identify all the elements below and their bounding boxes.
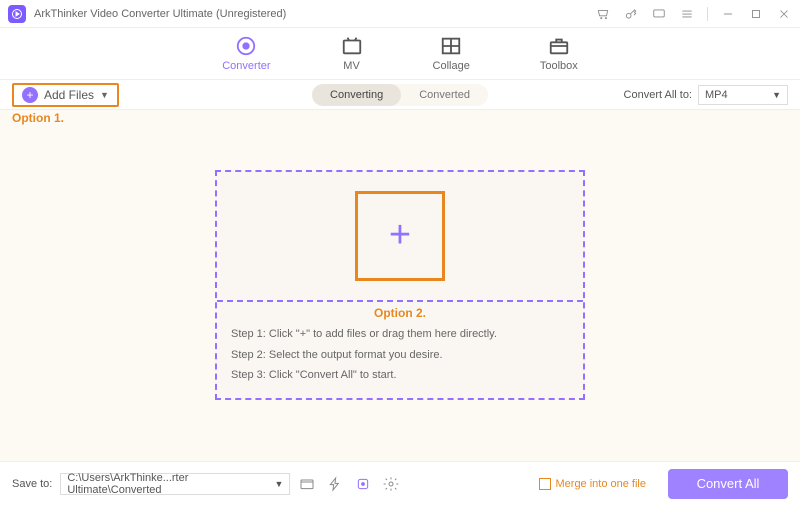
main-area: + Option 2. Step 1: Click "+" to add fil… [0, 110, 800, 460]
close-button[interactable] [776, 6, 792, 22]
add-files-button[interactable]: + Add Files ▼ [12, 83, 119, 107]
checkbox-icon [539, 478, 551, 490]
convert-all-to-label: Convert All to: [624, 89, 692, 101]
open-folder-button[interactable] [298, 475, 316, 493]
chevron-down-icon: ▼ [274, 479, 283, 489]
toolbar: + Add Files ▼ Option 1. Converting Conve… [0, 80, 800, 110]
merge-checkbox[interactable]: Merge into one file [539, 478, 647, 490]
output-format-select[interactable]: MP4 ▼ [698, 85, 788, 105]
key-icon[interactable] [623, 6, 639, 22]
converter-icon [235, 35, 257, 57]
chevron-down-icon: ▼ [100, 90, 109, 100]
minimize-button[interactable] [720, 6, 736, 22]
titlebar: ArkThinker Video Converter Ultimate (Unr… [0, 0, 800, 28]
plus-icon: + [389, 214, 411, 257]
settings-button[interactable] [382, 475, 400, 493]
maximize-button[interactable] [748, 6, 764, 22]
step-1: Step 1: Click "+" to add files or drag t… [231, 324, 569, 345]
drop-zone[interactable]: + Option 2. [217, 172, 583, 302]
segment-converted[interactable]: Converted [401, 84, 488, 106]
chevron-down-icon: ▼ [772, 90, 781, 100]
add-file-big-button[interactable]: + [355, 191, 445, 281]
tab-toolbox[interactable]: Toolbox [540, 35, 578, 72]
tab-mv[interactable]: MV [341, 35, 363, 72]
save-to-label: Save to: [12, 478, 52, 490]
tab-collage[interactable]: Collage [433, 35, 470, 72]
high-speed-button[interactable] [354, 475, 372, 493]
bottom-bar: Save to: C:\Users\ArkThinke...rter Ultim… [0, 461, 800, 505]
hardware-accel-button[interactable] [326, 475, 344, 493]
collage-icon [440, 35, 462, 57]
annotation-option-2: Option 2. [374, 306, 426, 320]
menu-icon[interactable] [679, 6, 695, 22]
window-title: ArkThinker Video Converter Ultimate (Unr… [34, 8, 595, 20]
tab-converter[interactable]: Converter [222, 35, 270, 72]
drop-zone-container: + Option 2. Step 1: Click "+" to add fil… [215, 170, 585, 401]
save-path-select[interactable]: C:\Users\ArkThinke...rter Ultimate\Conve… [60, 473, 290, 495]
toolbox-icon [548, 35, 570, 57]
convert-all-button[interactable]: Convert All [668, 469, 788, 499]
plus-icon: + [22, 87, 38, 103]
app-logo-icon [8, 5, 26, 23]
feedback-icon[interactable] [651, 6, 667, 22]
step-3: Step 3: Click "Convert All" to start. [231, 365, 569, 386]
separator [707, 7, 708, 21]
mv-icon [341, 35, 363, 57]
segment-converting[interactable]: Converting [312, 84, 401, 106]
status-segment: Converting Converted [312, 84, 488, 106]
cart-icon[interactable] [595, 6, 611, 22]
main-tabs: Converter MV Collage Toolbox [0, 28, 800, 80]
step-2: Step 2: Select the output format you des… [231, 345, 569, 366]
